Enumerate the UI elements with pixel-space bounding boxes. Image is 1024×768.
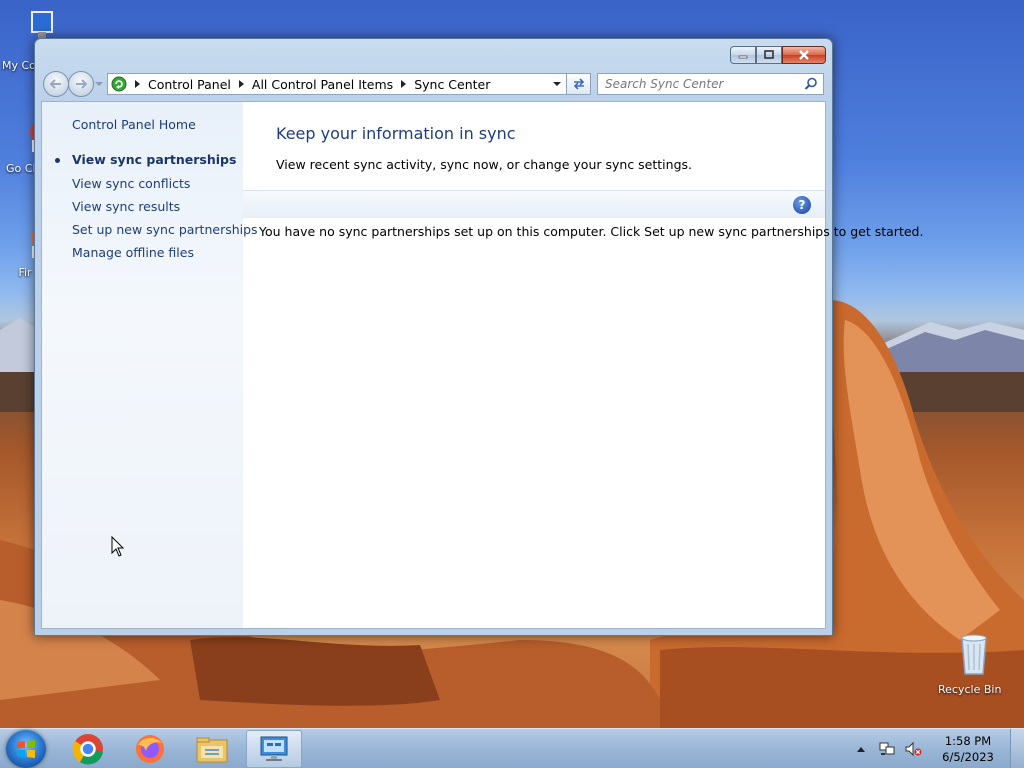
folder-icon <box>196 737 228 763</box>
refresh-icon <box>573 78 584 90</box>
clock-time: 1:58 PM <box>944 734 992 748</box>
taskbar-firefox[interactable] <box>122 730 178 768</box>
address-bar[interactable]: Control Panel All Control Panel Items Sy… <box>107 73 567 95</box>
desktop-icon-label: My Co <box>2 59 36 72</box>
navigation-bar: Control Panel All Control Panel Items Sy… <box>43 71 824 97</box>
sync-center-window: Control Panel All Control Panel Items Sy… <box>34 38 923 636</box>
window-content: Control Panel Home View sync partnership… <box>41 101 923 629</box>
close-icon <box>799 50 809 60</box>
breadcrumb-sync-center[interactable]: Sync Center <box>410 77 494 92</box>
clock-date: 6/5/2023 <box>942 750 994 764</box>
desktop-icon-recycle-bin[interactable]: Recycle Bin <box>938 630 1010 696</box>
maximize-button[interactable] <box>756 46 782 64</box>
notification-area: 1:58 PM 6/5/2023 <box>856 729 1024 768</box>
address-history-dropdown[interactable] <box>548 74 566 94</box>
back-button[interactable] <box>43 71 69 97</box>
search-icon[interactable] <box>804 77 818 94</box>
taskbar-control-panel[interactable] <box>246 730 302 768</box>
desktop-icon-label: Recycle Bin <box>938 683 1002 696</box>
firefox-icon <box>136 735 164 763</box>
content-toolbar: ? <box>243 190 825 218</box>
manage-offline-files-link[interactable]: Manage offline files <box>72 245 194 260</box>
chrome-icon <box>72 734 103 765</box>
windows-logo-icon <box>17 740 35 758</box>
chevron-down-icon <box>553 82 561 86</box>
page-subtitle: View recent sync activity, sync now, or … <box>276 157 692 172</box>
system-clock[interactable]: 1:58 PM 6/5/2023 <box>932 733 1004 765</box>
control-panel-home-link[interactable]: Control Panel Home <box>72 117 196 132</box>
forward-button[interactable] <box>68 71 94 97</box>
volume-muted-icon[interactable] <box>904 741 922 757</box>
show-desktop-button[interactable] <box>1010 729 1024 768</box>
window-controls <box>730 46 826 64</box>
view-sync-conflicts-link[interactable]: View sync conflicts <box>72 176 190 191</box>
recent-pages-dropdown[interactable] <box>94 71 104 97</box>
page-title: Keep your information in sync <box>276 124 516 143</box>
view-sync-results-link[interactable]: View sync results <box>72 199 180 214</box>
taskbar-chrome[interactable] <box>60 730 116 768</box>
recycle-bin-icon <box>954 630 994 678</box>
view-sync-partnerships-link[interactable]: View sync partnerships <box>72 152 236 167</box>
empty-state-message: You have no sync partnerships set up on … <box>259 224 924 239</box>
maximize-icon <box>764 50 774 59</box>
back-arrow-icon <box>49 79 61 89</box>
refresh-button[interactable] <box>567 73 591 95</box>
control-panel-icon <box>111 76 127 92</box>
minimize-icon <box>738 55 748 59</box>
breadcrumb-separator[interactable] <box>238 80 244 88</box>
network-icon[interactable] <box>878 741 896 757</box>
task-pane: Control Panel Home View sync partnership… <box>42 102 258 628</box>
main-pane: Keep your information in sync View recen… <box>243 102 923 628</box>
set-up-new-sync-partnerships-link[interactable]: Set up new sync partnerships <box>72 222 258 237</box>
start-button[interactable] <box>6 730 46 768</box>
help-button[interactable]: ? <box>793 196 811 214</box>
chevron-down-icon <box>95 82 103 86</box>
search-box[interactable] <box>597 73 824 95</box>
breadcrumb-all-control-panel-items[interactable]: All Control Panel Items <box>248 77 397 92</box>
show-hidden-icons-button[interactable] <box>856 745 866 753</box>
chevron-up-icon <box>857 747 865 752</box>
taskbar: 1:58 PM 6/5/2023 <box>0 728 1024 768</box>
current-item-bullet <box>55 158 60 163</box>
breadcrumb-separator[interactable] <box>401 80 407 88</box>
mouse-cursor-icon <box>111 536 125 557</box>
search-input[interactable] <box>598 77 808 91</box>
minimize-button[interactable] <box>730 46 756 64</box>
taskbar-windows-explorer[interactable] <box>184 730 240 768</box>
close-button[interactable] <box>782 46 826 64</box>
breadcrumb-separator[interactable] <box>135 80 140 88</box>
control-panel-icon <box>260 736 288 761</box>
forward-arrow-icon <box>76 79 88 89</box>
breadcrumb-control-panel[interactable]: Control Panel <box>144 77 235 92</box>
